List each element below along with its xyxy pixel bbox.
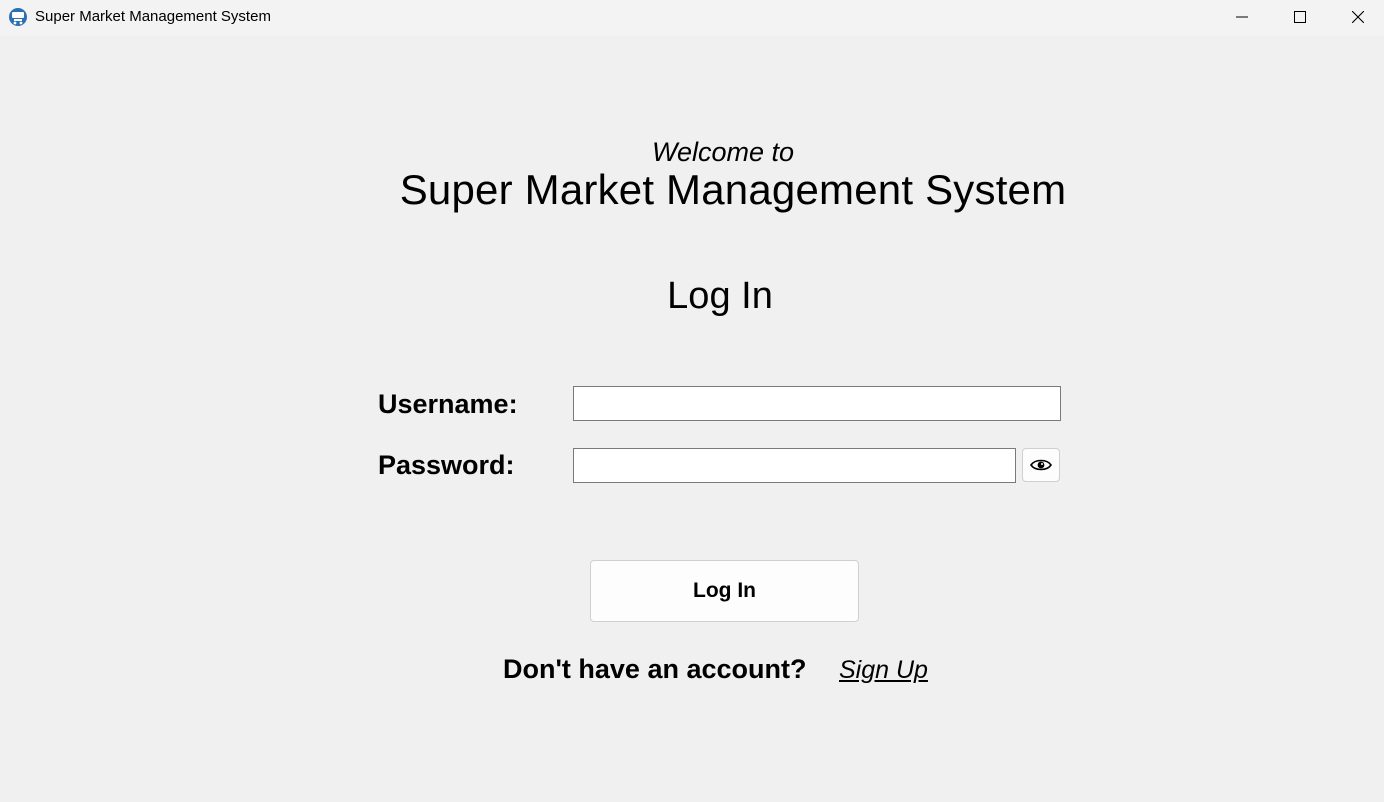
signup-link[interactable]: Sign Up <box>839 656 928 685</box>
password-input[interactable] <box>573 448 1016 483</box>
show-password-button[interactable] <box>1022 448 1060 482</box>
minimize-button[interactable] <box>1213 0 1271 34</box>
window-title: Super Market Management System <box>35 8 271 25</box>
login-button[interactable]: Log In <box>590 560 859 622</box>
close-button[interactable] <box>1329 0 1384 34</box>
app-icon <box>8 7 28 27</box>
username-input[interactable] <box>573 386 1061 421</box>
maximize-button[interactable] <box>1271 0 1329 34</box>
login-window: Super Market Management System Welcome t… <box>0 0 1384 802</box>
minimize-icon <box>1236 16 1248 18</box>
maximize-icon <box>1294 11 1306 23</box>
app-name-heading: Super Market Management System <box>399 166 1067 213</box>
no-account-text: Don't have an account? <box>503 654 807 684</box>
close-icon <box>1352 11 1364 23</box>
welcome-text: Welcome to <box>651 137 795 167</box>
username-label: Username: <box>378 389 518 419</box>
login-heading: Log In <box>667 275 773 317</box>
eye-icon <box>1030 459 1052 471</box>
password-label: Password: <box>378 450 515 480</box>
title-bar[interactable]: Super Market Management System <box>0 0 1384 36</box>
